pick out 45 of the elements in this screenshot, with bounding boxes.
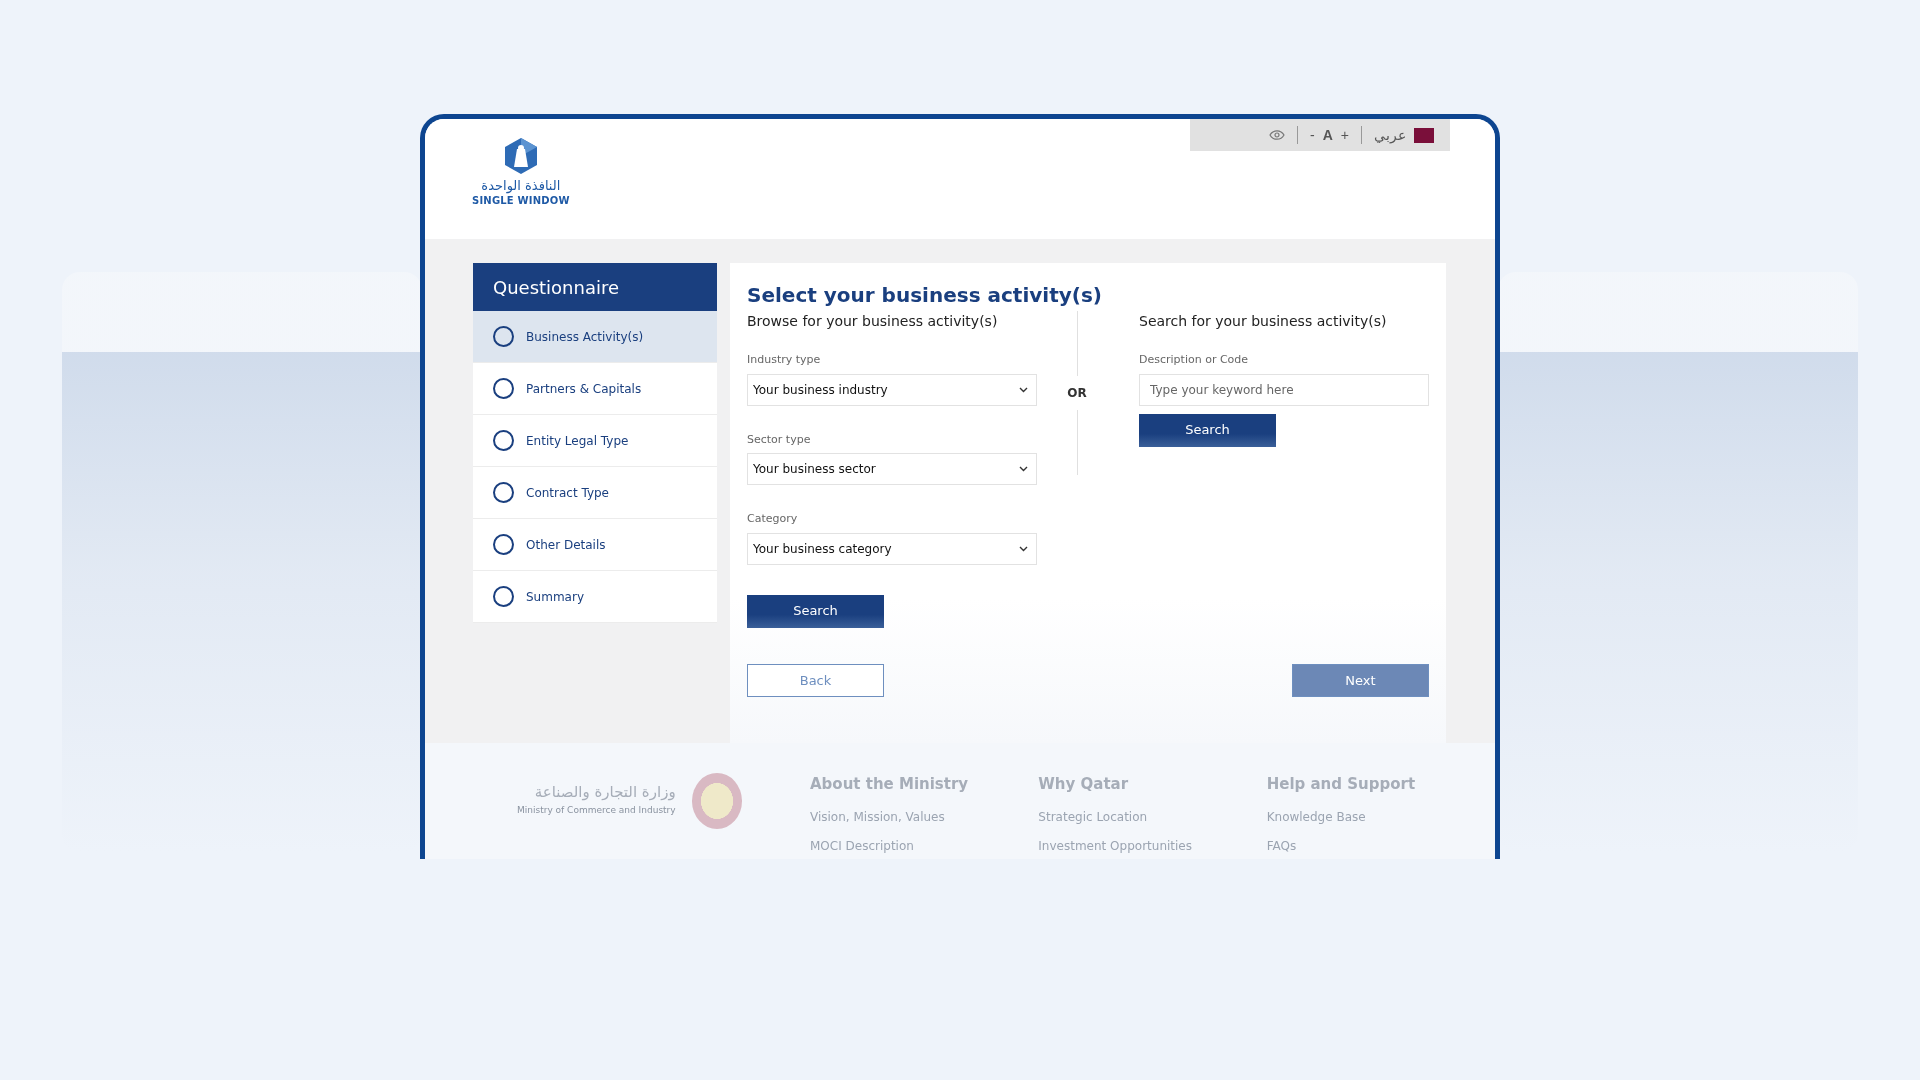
chevron-down-icon [1019, 466, 1028, 472]
flag-icon [1414, 127, 1434, 143]
field-label: Industry type [747, 352, 822, 368]
sidebar-item-label: Partners & Capitals [526, 380, 642, 398]
footer-heading: About the Ministry [810, 774, 970, 795]
browse-heading: Browse for your business activity(s) [747, 312, 999, 331]
sidebar-item-label: Summary [526, 588, 584, 606]
sidebar-item-label: Contract Type [526, 484, 609, 502]
search-heading: Search for your business activity(s) [1139, 312, 1388, 331]
keyword-input-field[interactable]: Type your keyword here [1139, 373, 1429, 406]
sidebar-item-label: Business Activity(s) [526, 328, 644, 346]
font-decrease-button[interactable]: - [1310, 124, 1315, 146]
footer-heading: Why Qatar [1038, 774, 1130, 795]
chevron-down-icon [1019, 545, 1028, 552]
font-increase-button[interactable]: + [1340, 124, 1349, 146]
field-label: Category [747, 511, 799, 527]
sidebar-item[interactable]: Business Activity(s) [473, 311, 717, 363]
field-label: Sector type [747, 431, 812, 448]
form-title: Select your business activity(s) [747, 283, 1103, 307]
chevron-down-icon [1019, 386, 1028, 393]
sidebar-item-label: Other Details [526, 536, 606, 554]
font-size-label: A [1322, 125, 1333, 145]
dropdown-field[interactable]: Your business category [747, 532, 1037, 565]
sidebar-item-label: Entity Legal Type [526, 432, 629, 450]
sidebar-item[interactable]: Partners & Capitals [473, 363, 717, 415]
search-button[interactable]: Search [1139, 413, 1276, 447]
search-button[interactable]: Search [747, 594, 884, 628]
logo-text: SINGLE WINDOW [472, 194, 570, 209]
hexagon-logo-icon [502, 137, 539, 175]
footer-heading: Help and Support [1266, 774, 1417, 795]
or-separator-text: OR [1067, 385, 1087, 402]
sidebar-item[interactable]: Summary [473, 571, 717, 623]
sidebar-item[interactable]: Contract Type [473, 467, 717, 519]
sidebar-title: Questionnaire [473, 263, 717, 311]
ministry-name: Ministry of Commerce and Industry [517, 803, 676, 817]
dropdown-field[interactable]: Your business sector [747, 453, 1037, 485]
logo-arabic-text: النافذة الواحدة [480, 179, 562, 194]
language-link[interactable]: عربي [1374, 124, 1406, 146]
accessibility-eye-icon[interactable] [1269, 130, 1285, 140]
ministry-arabic-name: وزارة التجارة والصناعة [533, 782, 676, 803]
ministry-emblem-icon [691, 773, 742, 829]
dropdown-field[interactable]: Your business industry [747, 373, 1037, 406]
field-label: Description or Code [1139, 352, 1250, 368]
sidebar-item[interactable]: Entity Legal Type [473, 415, 717, 467]
sidebar-item[interactable]: Other Details [473, 519, 717, 571]
